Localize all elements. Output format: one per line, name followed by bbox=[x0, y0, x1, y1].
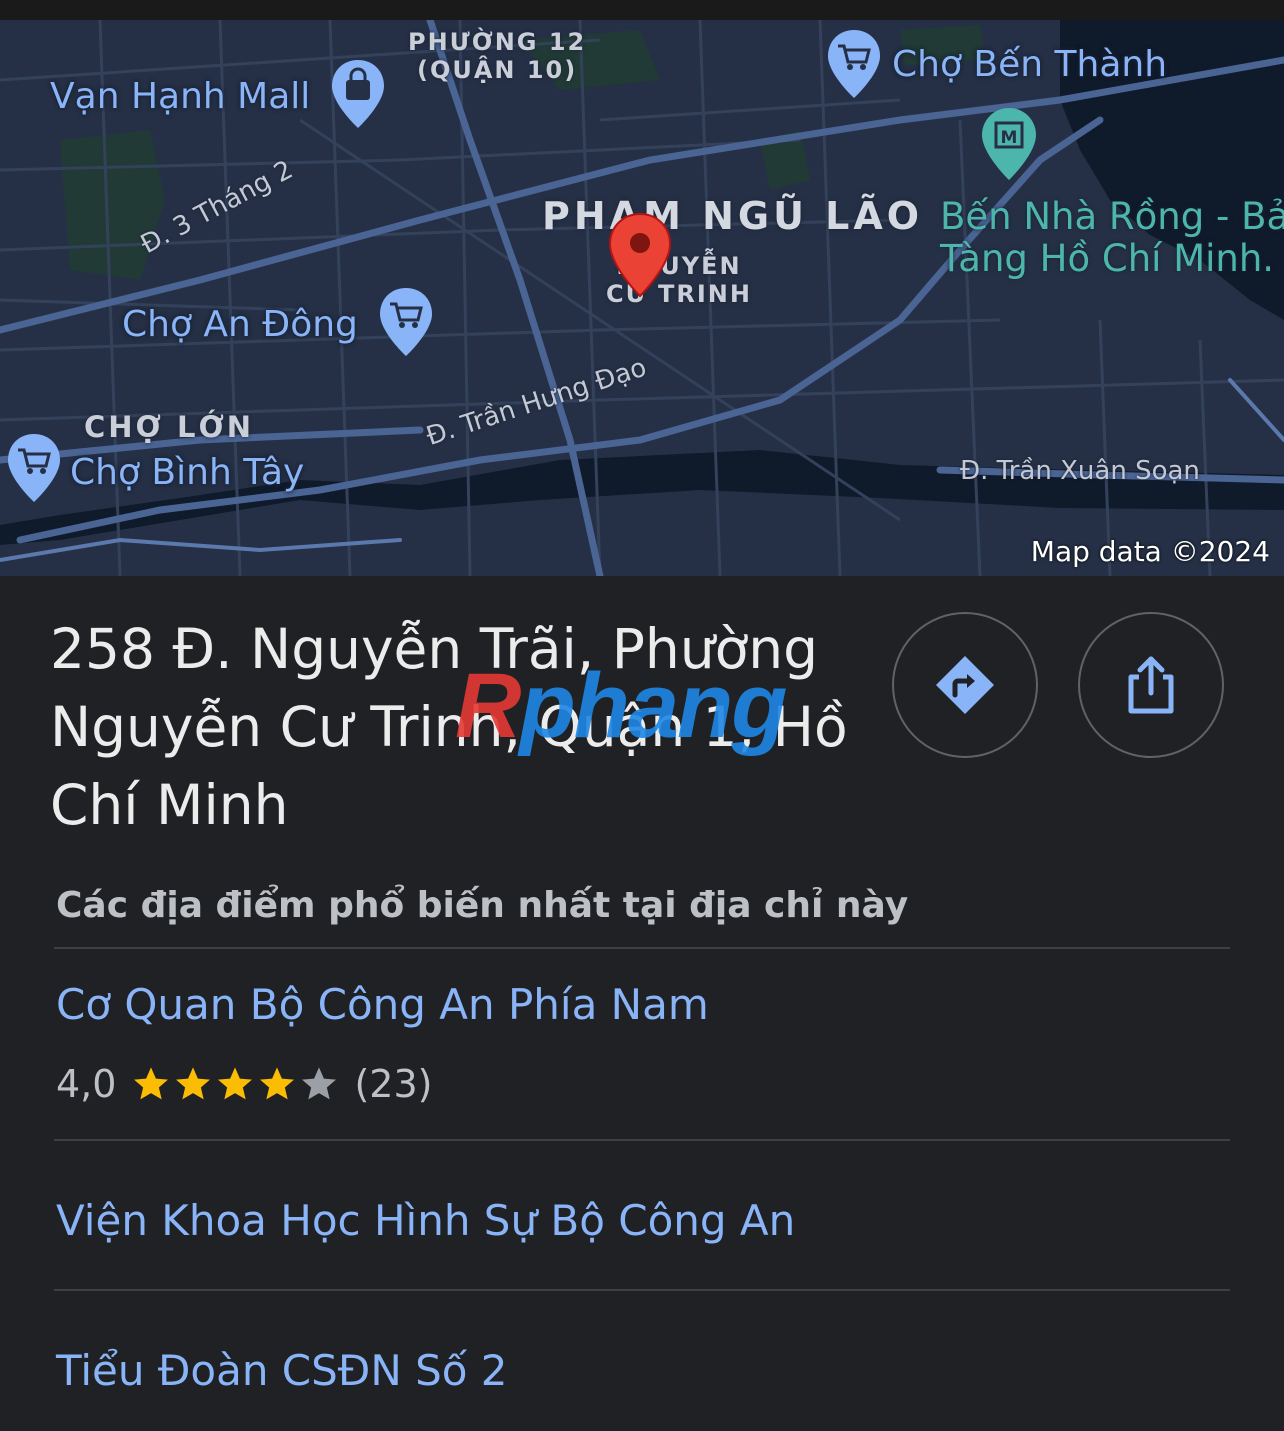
map-label-phuong-12: PHƯỜNG 12 (QUẬN 10) bbox=[408, 28, 586, 84]
map-label-cho-ben-thanh[interactable]: Chợ Bến Thành bbox=[892, 44, 1167, 85]
map-label-ben-nha-rong[interactable]: Bến Nhà Rồng - Bả Tàng Hồ Chí Minh. bbox=[940, 196, 1284, 280]
map-label-pham-ngu-lao: PHẠM NGŨ LÃO bbox=[542, 194, 924, 238]
svg-text:M: M bbox=[1001, 128, 1018, 148]
review-count: (23) bbox=[354, 1062, 433, 1106]
rating-row: 4,0 (23) bbox=[56, 1062, 432, 1106]
watermark-text: phang bbox=[519, 655, 787, 757]
popular-places-title: Các địa điểm phổ biến nhất tại địa chỉ n… bbox=[56, 885, 909, 926]
divider bbox=[54, 1139, 1230, 1141]
map-label-d-tran-xuan-soan: Đ. Trần Xuân Soạn bbox=[960, 456, 1200, 486]
location-pin-icon[interactable] bbox=[608, 212, 672, 298]
shopping-cart-icon[interactable] bbox=[378, 286, 434, 358]
map-label-van-hanh-mall[interactable]: Vạn Hạnh Mall bbox=[50, 76, 310, 117]
place-link-co-quan-bo-cong-an[interactable]: Cơ Quan Bộ Công An Phía Nam bbox=[56, 980, 709, 1029]
divider bbox=[54, 1289, 1230, 1291]
star-filled-icon bbox=[176, 1067, 211, 1100]
museum-icon[interactable]: M bbox=[980, 106, 1038, 182]
star-filled-icon bbox=[134, 1067, 169, 1100]
map-label-cho-binh-tay[interactable]: Chợ Bình Tây bbox=[70, 452, 304, 493]
place-link-vien-khoa-hoc-hinh-su[interactable]: Viện Khoa Học Hình Sự Bộ Công An bbox=[56, 1196, 795, 1245]
star-filled-icon bbox=[260, 1067, 295, 1100]
watermark-logo: Rphang bbox=[455, 660, 787, 752]
map-view[interactable]: PHƯỜNG 12 (QUẬN 10) Vạn Hạnh Mall Chợ Bế… bbox=[0, 20, 1284, 576]
map-label-phuong-12-line1: PHƯỜNG 12 bbox=[408, 28, 587, 56]
share-icon bbox=[1128, 656, 1174, 714]
status-bar bbox=[0, 0, 1284, 20]
star-rating bbox=[130, 1063, 340, 1105]
map-label-ben-nha-rong-line1: Bến Nhà Rồng - Bả bbox=[940, 195, 1284, 238]
divider bbox=[54, 947, 1230, 949]
share-button[interactable] bbox=[1078, 612, 1224, 758]
rating-value: 4,0 bbox=[56, 1062, 117, 1106]
directions-icon bbox=[936, 656, 994, 714]
map-credit: Map data ©2024 bbox=[1030, 535, 1270, 568]
place-link-tieu-doan-csdn[interactable]: Tiểu Đoàn CSĐN Số 2 bbox=[56, 1346, 508, 1395]
shopping-bag-icon[interactable] bbox=[330, 58, 386, 130]
map-label-phuong-12-line2: (QUẬN 10) bbox=[416, 56, 578, 84]
shopping-cart-icon[interactable] bbox=[6, 432, 62, 504]
map-label-cho-an-dong[interactable]: Chợ An Đông bbox=[122, 304, 358, 345]
map-label-cho-lon: CHỢ LỚN bbox=[84, 410, 255, 444]
watermark-r: R bbox=[455, 655, 521, 757]
star-empty-icon bbox=[302, 1067, 337, 1100]
directions-button[interactable] bbox=[892, 612, 1038, 758]
map-label-ben-nha-rong-line2: Tàng Hồ Chí Minh. bbox=[940, 237, 1275, 280]
shopping-cart-icon[interactable] bbox=[826, 28, 882, 100]
star-filled-icon bbox=[218, 1067, 253, 1100]
